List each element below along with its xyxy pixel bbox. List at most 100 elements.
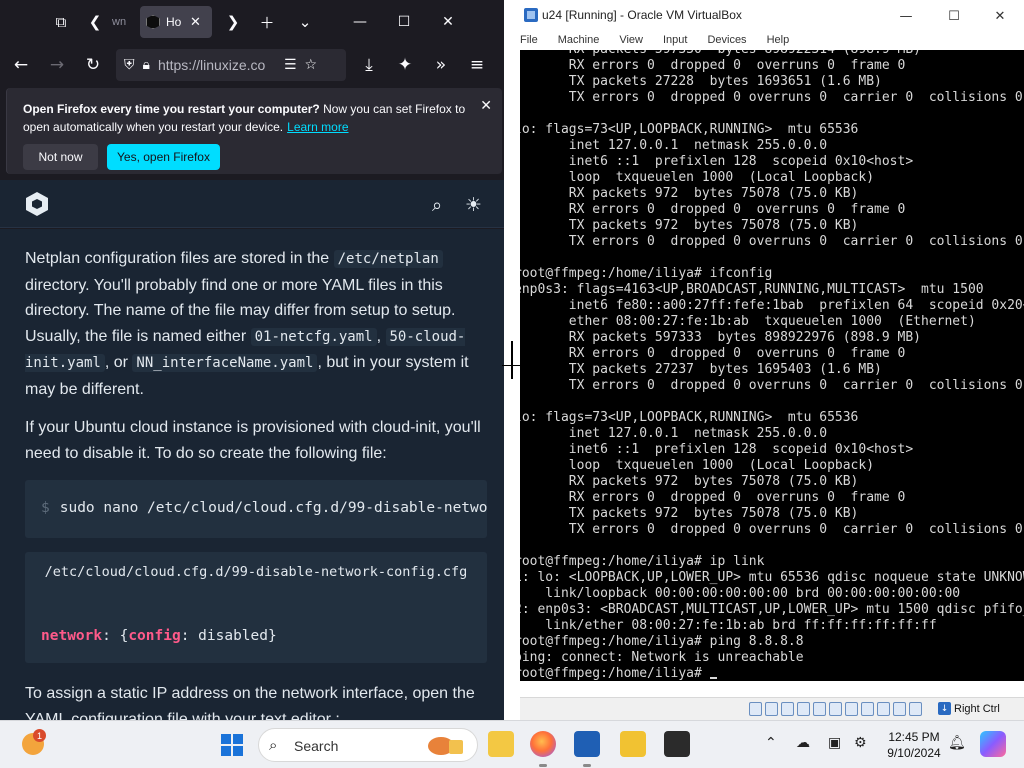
downloads-icon[interactable]: ⤓: [352, 48, 386, 82]
terminal-line: 2: enp0s3: <BROADCAST,MULTICAST,UP,LOWER…: [520, 602, 1024, 617]
firefox-taskbar-icon[interactable]: [530, 731, 556, 757]
notification-bell-icon[interactable]: 🔔︎: [948, 735, 966, 751]
settings-tray-icon[interactable]: ⚙: [854, 735, 867, 751]
vm-screen[interactable]: RX packets 597330 bytes 898922314 (898.9…: [520, 50, 1024, 681]
terminal-line: RX packets 597333 bytes 898922976 (898.9…: [520, 330, 921, 345]
bookmark-star-icon[interactable]: ☆: [305, 57, 318, 73]
shared-folders-icon[interactable]: [829, 702, 842, 716]
overflow-chevron-icon[interactable]: »: [424, 48, 458, 82]
reader-view-icon[interactable]: ☰: [284, 57, 297, 73]
notification-close-icon[interactable]: ✕: [480, 98, 492, 114]
tab-overview-icon[interactable]: ⧉: [44, 5, 78, 39]
terminal-line: link/loopback 00:00:00:00:00:00 brd 00:0…: [520, 586, 961, 601]
copilot-icon[interactable]: [980, 731, 1006, 757]
terminal-line: TX errors 0 dropped 0 overruns 0 carrier…: [520, 378, 1023, 393]
not-now-button[interactable]: Not now: [23, 144, 98, 170]
open-firefox-button[interactable]: Yes, open Firefox: [107, 144, 220, 170]
vb-close-icon[interactable]: ✕: [980, 4, 1020, 28]
search-icon[interactable]: ⌕: [432, 195, 442, 216]
maximize-icon[interactable]: ☐: [382, 0, 426, 44]
inline-code-nn-interface: NN_interfaceName.yaml: [132, 354, 318, 372]
code-block-yaml[interactable]: /etc/cloud/cloud.cfg.d/99-disable-networ…: [25, 552, 487, 663]
shell-command: sudo nano /etc/cloud/cloud.cfg.d/99-disa…: [59, 500, 487, 516]
lock-icon[interactable]: 🔒︎: [143, 57, 150, 73]
terminal-taskbar-icon[interactable]: [664, 731, 690, 757]
close-tab-icon[interactable]: ✕: [190, 15, 201, 30]
file-explorer-icon[interactable]: [488, 731, 514, 757]
menu-help[interactable]: Help: [767, 32, 796, 50]
taskbar-search-box[interactable]: ⌕ Search: [258, 728, 478, 762]
cpu-icon[interactable]: [877, 702, 890, 716]
terminal-line: RX errors 0 dropped 0 overruns 0 frame 0: [520, 346, 906, 361]
host-key-indicator[interactable]: ↓ Right Ctrl: [938, 702, 1000, 715]
hamburger-menu-icon[interactable]: ≡: [460, 48, 494, 82]
shield-icon[interactable]: ⛨: [124, 57, 135, 73]
search-icon: ⌕: [269, 736, 278, 754]
yaml-key-network: network: [41, 628, 103, 644]
virtualbox-status-bar: ↓ Right Ctrl: [520, 697, 1024, 720]
clock-date: 9/10/2024: [887, 746, 941, 760]
scroll-tabs-right-icon[interactable]: ❯: [216, 5, 250, 39]
hard-disk-icon[interactable]: [749, 702, 762, 716]
menu-view[interactable]: View: [619, 32, 649, 50]
reload-icon[interactable]: ↻: [76, 48, 110, 82]
minimize-icon[interactable]: —: [338, 0, 382, 44]
yaml-sep-2: : disabled}: [180, 628, 277, 644]
code-line: $ sudo nano /etc/cloud/cloud.cfg.d/99-dis…: [41, 500, 487, 516]
menu-machine[interactable]: Machine: [558, 32, 606, 50]
sticky-notes-icon[interactable]: [620, 731, 646, 757]
menu-devices[interactable]: Devices: [707, 32, 752, 50]
code-block-command[interactable]: $ sudo nano /etc/cloud/cloud.cfg.d/99-dis…: [25, 480, 487, 538]
terminal-line: inet 127.0.0.1 netmask 255.0.0.0: [520, 138, 828, 153]
p1-text-3: ,: [376, 327, 386, 345]
paragraph-static-ip: To assign a static IP address on the net…: [25, 685, 475, 720]
menu-file[interactable]: File: [520, 32, 544, 50]
terminal-line: root@ffmpeg:/home/iliya# ip link: [520, 554, 765, 569]
theme-toggle-sun-icon[interactable]: ☀︎: [465, 194, 482, 216]
list-tabs-icon[interactable]: ⌄: [288, 5, 322, 39]
extensions-icon[interactable]: ✦: [388, 48, 422, 82]
url-text[interactable]: https://linuxize.co: [158, 57, 276, 73]
paragraph-cloud-init: If your Ubuntu cloud instance is provisi…: [25, 419, 481, 462]
tab-active[interactable]: Ho ✕: [140, 6, 212, 38]
virtualbox-title-bar[interactable]: u24 [Running] - Oracle VM VirtualBox — ☐…: [520, 0, 1024, 32]
new-tab-icon[interactable]: ＋: [250, 5, 284, 39]
show-hidden-icons-icon[interactable]: ⌃: [765, 735, 777, 751]
search-highlight-icon: [428, 737, 463, 755]
recording-icon[interactable]: [861, 702, 874, 716]
host-key-arrow-icon: ↓: [938, 702, 951, 715]
back-icon[interactable]: ←: [4, 48, 38, 82]
audio-icon[interactable]: [781, 702, 794, 716]
usb-icon[interactable]: [813, 702, 826, 716]
virtualbox-app-icon: [524, 8, 538, 22]
forward-icon[interactable]: →: [40, 48, 74, 82]
optical-drive-icon[interactable]: [765, 702, 778, 716]
learn-more-link[interactable]: Learn more: [287, 120, 348, 134]
linuxize-logo-icon[interactable]: [26, 192, 48, 216]
windows-start-icon[interactable]: [221, 734, 243, 756]
terminal-line: 1: lo: <LOOPBACK,UP,LOWER_UP> mtu 65536 …: [520, 570, 1024, 585]
display-icon[interactable]: [845, 702, 858, 716]
display-tray-icon[interactable]: ▣: [828, 735, 841, 751]
terminal-line: lo: flags=73<UP,LOOPBACK,RUNNING> mtu 65…: [520, 410, 859, 425]
keyboard-icon[interactable]: [909, 702, 922, 716]
network-offline-icon[interactable]: ☁: [796, 735, 810, 751]
firefox-window: ⧉ ❮ wn Ho ✕ ❯ ＋ ⌄ — ☐ ✕ ← → ↻ ⛨ 🔒︎ https…: [0, 0, 504, 720]
url-bar[interactable]: ⛨ 🔒︎ https://linuxize.co ☰ ☆: [116, 49, 346, 81]
terminal-line: loop txqueuelen 1000 (Local Loopback): [520, 458, 875, 473]
close-window-icon[interactable]: ✕: [426, 0, 470, 44]
status-icons: [749, 702, 922, 716]
clock[interactable]: 12:45 PM 9/10/2024: [884, 729, 944, 761]
virtualbox-taskbar-icon[interactable]: [574, 731, 600, 757]
terminal-line: lo: flags=73<UP,LOOPBACK,RUNNING> mtu 65…: [520, 122, 859, 137]
menu-input[interactable]: Input: [663, 32, 693, 50]
inline-code-etc-netplan: /etc/netplan: [333, 250, 443, 268]
terminal-line: TX errors 0 dropped 0 overruns 0 carrier…: [520, 522, 1023, 537]
network-icon[interactable]: [797, 702, 810, 716]
vb-minimize-icon[interactable]: —: [886, 4, 926, 28]
scroll-tabs-left-icon[interactable]: ❮: [78, 5, 112, 39]
mouse-integration-icon[interactable]: [893, 702, 906, 716]
vb-maximize-icon[interactable]: ☐: [934, 4, 974, 28]
tab-previous[interactable]: wn: [112, 7, 132, 37]
